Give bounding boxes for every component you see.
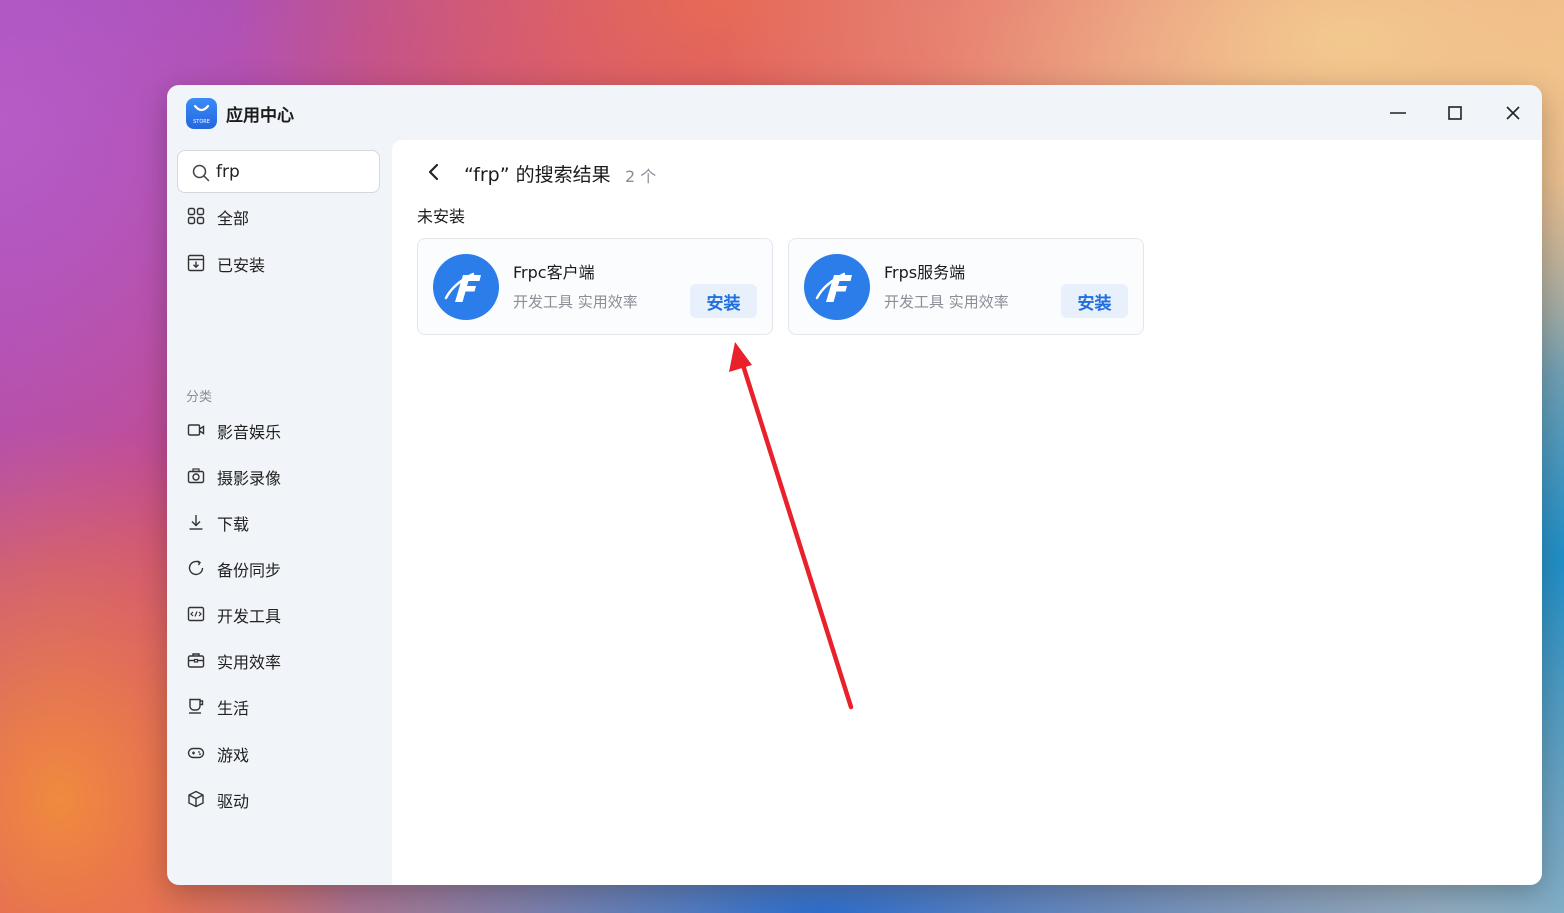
store-logo-text: STORE: [193, 119, 210, 125]
sidebar-item-games[interactable]: 游戏: [177, 735, 382, 771]
sidebar-item-productivity[interactable]: 实用效率: [177, 642, 382, 678]
cube-icon: [188, 790, 204, 808]
search-box[interactable]: [177, 150, 380, 193]
search-input[interactable]: [216, 159, 366, 185]
maximize-button[interactable]: [1440, 98, 1470, 128]
minimize-button[interactable]: [1383, 98, 1413, 128]
sidebar-item-label: 开发工具: [217, 607, 282, 626]
code-icon: [187, 606, 205, 622]
not-installed-label: 未安装: [417, 207, 466, 226]
app-name: Frps服务端: [884, 263, 966, 282]
sidebar-item-label: 摄影录像: [217, 469, 282, 488]
search-results-panel: “frp” 的搜索结果 2 个 未安装 Frpc客户端 开发工具 实用效率 安装…: [392, 140, 1542, 885]
sidebar-item-download[interactable]: 下载: [177, 504, 382, 540]
back-button[interactable]: [420, 157, 448, 187]
sidebar-item-label: 生活: [217, 699, 250, 718]
search-results-title: “frp” 的搜索结果: [464, 164, 611, 186]
sidebar-item-installed[interactable]: 已安装: [177, 245, 382, 281]
sidebar-item-label: 驱动: [217, 792, 250, 811]
toolbox-icon: [187, 653, 205, 668]
sidebar-item-photography[interactable]: 摄影录像: [177, 458, 382, 494]
sidebar-item-drivers[interactable]: 驱动: [177, 781, 382, 817]
sidebar-item-label: 已安装: [217, 256, 266, 275]
close-icon: [1506, 106, 1520, 120]
sidebar: 全部 已安装 分类 影音娱乐 摄影录像: [167, 140, 392, 885]
sidebar-item-label: 游戏: [217, 746, 250, 765]
sidebar-item-label: 备份同步: [217, 561, 282, 580]
app-center-window: STORE 应用中心 frp 全部 已安装 分类 影音娱乐 摄影录像 下载 备份…: [167, 85, 1542, 885]
sidebar-item-all[interactable]: 全部: [177, 198, 382, 234]
app-title: 应用中心: [226, 106, 294, 126]
chevron-left-icon: [428, 163, 439, 181]
camera-icon: [187, 468, 205, 484]
app-description: 开发工具 实用效率: [884, 293, 1009, 311]
store-bag-icon: STORE: [186, 98, 217, 129]
sidebar-item-dev-tools[interactable]: 开发工具: [177, 596, 382, 632]
install-button[interactable]: 安装: [690, 284, 757, 318]
install-button[interactable]: 安装: [1061, 284, 1128, 318]
video-camera-icon: [187, 424, 205, 436]
cup-icon: [189, 698, 204, 714]
minimize-icon: [1390, 112, 1406, 114]
sidebar-item-label: 全部: [217, 209, 250, 228]
sidebar-item-backup-sync[interactable]: 备份同步: [177, 550, 382, 586]
title-bar: STORE 应用中心: [167, 85, 1542, 140]
frp-logo-icon: [433, 254, 499, 320]
sidebar-item-label: 影音娱乐: [217, 423, 282, 442]
app-card-frpc[interactable]: Frpc客户端 开发工具 实用效率 安装: [417, 238, 773, 335]
app-card-frps[interactable]: Frps服务端 开发工具 实用效率 安装: [788, 238, 1144, 335]
installed-box-icon: [187, 254, 205, 272]
gamepad-icon: [187, 747, 205, 759]
category-section-label: 分类: [186, 390, 213, 405]
sidebar-item-life[interactable]: 生活: [177, 688, 382, 724]
download-icon: [189, 515, 203, 530]
result-count: 2 个: [625, 167, 657, 186]
app-description: 开发工具 实用效率: [513, 293, 638, 311]
search-icon: [192, 164, 210, 182]
close-button[interactable]: [1498, 98, 1528, 128]
sidebar-item-label: 下载: [217, 515, 250, 534]
sidebar-item-entertainment[interactable]: 影音娱乐: [177, 412, 382, 448]
sync-icon: [188, 560, 204, 576]
sidebar-item-label: 实用效率: [217, 653, 282, 672]
frp-logo-icon: [804, 254, 870, 320]
app-name: Frpc客户端: [513, 263, 595, 282]
grid-icon: [187, 207, 205, 225]
maximize-icon: [1448, 106, 1462, 120]
